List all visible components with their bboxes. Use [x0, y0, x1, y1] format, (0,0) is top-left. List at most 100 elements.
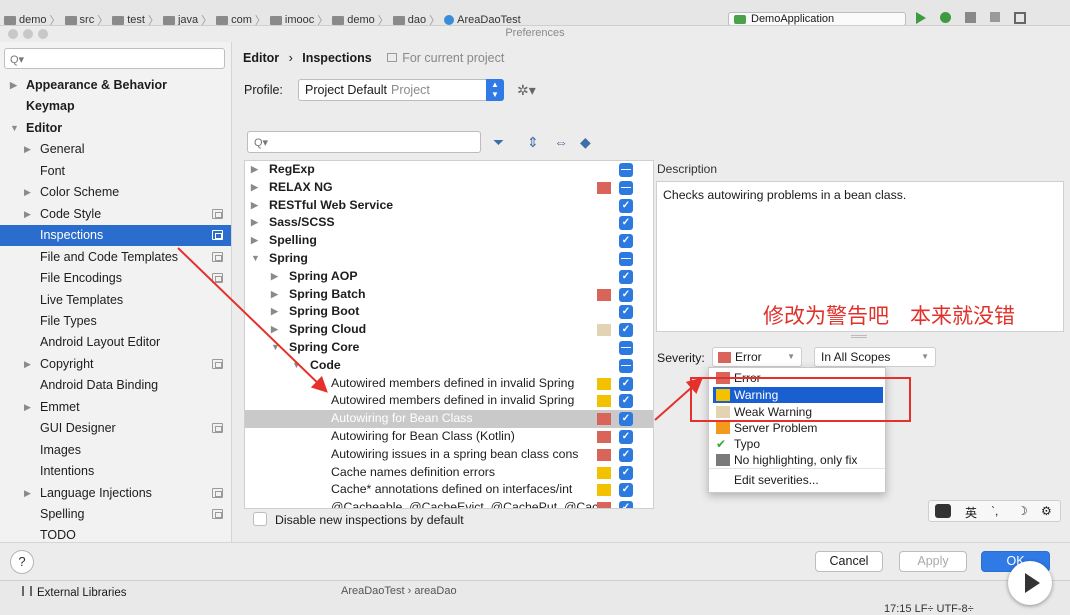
tree-row[interactable]: Cache* annotations defined on interfaces…: [245, 481, 653, 499]
ime-logo-icon[interactable]: [935, 504, 951, 518]
tree-row[interactable]: ▶ Spring Cloud ✓: [245, 321, 653, 339]
inspection-checkbox[interactable]: —: [619, 252, 633, 266]
tree-row[interactable]: Autowiring for Bean Class ✓: [245, 410, 653, 428]
inspection-checkbox[interactable]: ✓: [619, 305, 633, 320]
breadcrumb-item[interactable]: java 〉: [162, 12, 212, 25]
breadcrumb-item[interactable]: imooc 〉: [269, 12, 328, 25]
sidebar-item[interactable]: Keymap: [0, 96, 231, 117]
coverage-icon[interactable]: [965, 12, 976, 23]
sidebar-item[interactable]: File Encodings: [0, 268, 231, 289]
sidebar-item[interactable]: Spelling: [0, 504, 231, 525]
tree-row[interactable]: ▼ Spring Core —: [245, 339, 653, 357]
settings-search-input[interactable]: Q▾: [4, 48, 225, 69]
tree-row[interactable]: ▶ Spring Batch ✓: [245, 286, 653, 304]
inspection-checkbox[interactable]: —: [619, 358, 633, 373]
tree-row[interactable]: ▶ RESTful Web Service ✓: [245, 197, 653, 215]
sidebar-item[interactable]: File and Code Templates: [0, 247, 231, 268]
inspection-checkbox[interactable]: —: [619, 163, 633, 177]
cancel-button[interactable]: Cancel: [815, 551, 883, 572]
moon-icon[interactable]: ☽: [1017, 504, 1028, 518]
breadcrumb-item[interactable]: AreaDaoTest: [444, 12, 521, 25]
tree-row[interactable]: @Cacheable, @CacheEvict, @CachePut, @Cac…: [245, 499, 653, 508]
sidebar-item[interactable]: TODO: [0, 525, 231, 542]
inspection-checkbox[interactable]: ✓: [619, 234, 633, 249]
sidebar-item[interactable]: Images: [0, 440, 231, 461]
run-icon[interactable]: [916, 12, 926, 24]
debug-icon[interactable]: [940, 12, 951, 23]
severity-select[interactable]: Error ▼: [712, 347, 802, 367]
inspection-search-input[interactable]: Q▾: [247, 131, 481, 153]
filter-icon[interactable]: ⏷: [493, 134, 504, 151]
tree-row[interactable]: Autowiring issues in a spring bean class…: [245, 446, 653, 464]
inspection-checkbox[interactable]: ✓: [619, 483, 633, 498]
inspection-checkbox[interactable]: ✓: [619, 501, 633, 508]
splitter-handle[interactable]: [851, 335, 867, 338]
inspection-checkbox[interactable]: ✓: [619, 198, 633, 213]
tree-row[interactable]: Autowired members defined in invalid Spr…: [245, 392, 653, 410]
project-structure-icon[interactable]: [1014, 12, 1026, 24]
inspection-checkbox[interactable]: ✓: [619, 394, 633, 409]
breadcrumb-item[interactable]: test 〉: [112, 12, 159, 25]
collapse-all-icon[interactable]: ⇔: [554, 134, 568, 150]
eraser-icon[interactable]: ◆: [580, 134, 591, 151]
inspection-checkbox[interactable]: ✓: [619, 465, 633, 480]
apply-button[interactable]: Apply: [899, 551, 967, 572]
profile-select[interactable]: Project Default Project ▲ ▼: [298, 79, 504, 101]
inspection-checkbox[interactable]: ✓: [619, 216, 633, 231]
tree-row[interactable]: ▼ Code —: [245, 357, 653, 375]
breadcrumb-item[interactable]: demo 〉: [332, 12, 389, 25]
ime-lang[interactable]: 英: [965, 504, 977, 521]
sidebar-item[interactable]: Font: [0, 161, 231, 182]
sidebar-item[interactable]: ▶ Emmet: [0, 397, 231, 418]
sidebar-item[interactable]: ▶ General: [0, 139, 231, 160]
expand-all-icon[interactable]: ⇕: [527, 134, 539, 151]
severity-option[interactable]: Server Problem: [709, 420, 885, 436]
video-play-button[interactable]: [1008, 561, 1052, 605]
inspection-checkbox[interactable]: ✓: [619, 447, 633, 462]
sidebar-item[interactable]: ▶ Color Scheme: [0, 182, 231, 203]
inspection-checkbox[interactable]: ✓: [619, 269, 633, 284]
sidebar-item[interactable]: GUI Designer: [0, 418, 231, 439]
tree-row[interactable]: ▶ Sass/SCSS ✓: [245, 214, 653, 232]
tree-row[interactable]: Autowired members defined in invalid Spr…: [245, 375, 653, 393]
disable-new-checkbox[interactable]: [253, 512, 267, 526]
sidebar-item[interactable]: Inspections: [0, 225, 231, 247]
sidebar-item[interactable]: ▶ Language Injections: [0, 483, 231, 504]
tree-row[interactable]: ▶ Spring AOP ✓: [245, 268, 653, 286]
breadcrumb-item[interactable]: src 〉: [64, 12, 108, 25]
sidebar-item[interactable]: ▶ Copyright: [0, 354, 231, 375]
breadcrumb-item[interactable]: demo 〉: [4, 12, 61, 25]
external-libraries-item[interactable]: External Libraries: [22, 586, 126, 599]
inspection-checkbox[interactable]: ✓: [619, 287, 633, 302]
tree-row[interactable]: ▶ RegExp —: [245, 161, 653, 179]
sidebar-item[interactable]: ▶ Appearance & Behavior: [0, 75, 231, 96]
sidebar-item[interactable]: Intentions: [0, 461, 231, 482]
sidebar-item[interactable]: Live Templates: [0, 290, 231, 311]
sidebar-item[interactable]: File Types: [0, 311, 231, 332]
gear-icon[interactable]: ⚙: [1041, 504, 1052, 518]
edit-severities-item[interactable]: Edit severities...: [709, 472, 885, 488]
tree-row[interactable]: Cache names definition errors ✓: [245, 464, 653, 482]
tree-row[interactable]: Autowiring for Bean Class (Kotlin) ✓: [245, 428, 653, 446]
stop-icon[interactable]: [990, 12, 1000, 22]
run-configuration-select[interactable]: DemoApplication: [728, 12, 906, 25]
breadcrumb-item[interactable]: com 〉: [216, 12, 266, 25]
help-button[interactable]: ?: [10, 550, 34, 574]
inspection-checkbox[interactable]: ✓: [619, 430, 633, 444]
inspection-checkbox[interactable]: —: [619, 341, 633, 355]
tree-row[interactable]: ▶ Spelling ✓: [245, 232, 653, 250]
severity-option[interactable]: ✔ Typo: [709, 436, 885, 452]
scope-select[interactable]: In All Scopes ▼: [814, 347, 936, 367]
tree-row[interactable]: ▼ Spring —: [245, 250, 653, 268]
inspection-checkbox[interactable]: ✓: [619, 412, 633, 427]
breadcrumb-item[interactable]: dao 〉: [392, 12, 440, 25]
inspection-checkbox[interactable]: —: [619, 180, 633, 195]
sidebar-item[interactable]: Android Layout Editor: [0, 332, 231, 353]
gear-icon[interactable]: ✲▾: [517, 82, 536, 99]
severity-option[interactable]: No highlighting, only fix: [709, 452, 885, 468]
sidebar-item[interactable]: ▼ Editor: [0, 118, 231, 139]
punct-icon[interactable]: ˋ,: [991, 504, 998, 518]
inspection-checkbox[interactable]: ✓: [619, 376, 633, 391]
sidebar-item[interactable]: Android Data Binding: [0, 375, 231, 396]
inspection-checkbox[interactable]: ✓: [619, 323, 633, 338]
